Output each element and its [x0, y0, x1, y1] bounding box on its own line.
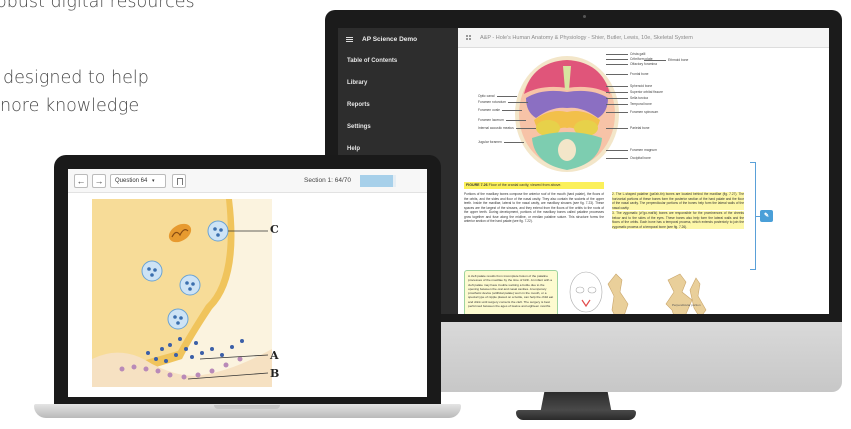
- callout-b: B: [270, 367, 280, 380]
- back-arrow-icon[interactable]: ←: [74, 174, 88, 188]
- book-header: A&P - Hole's Human Anatomy & Physiology …: [458, 28, 829, 48]
- figure-label: Sphenoid bone: [605, 84, 653, 88]
- question-select[interactable]: Question 64 ▾: [110, 174, 166, 188]
- figure-label: Superior orbital fissure: [606, 90, 663, 94]
- sidebar-item-library[interactable]: Library: [338, 72, 458, 94]
- figure-label: Optic canal: [478, 94, 516, 98]
- laptop-screen: ← → Question 64 ▾ Section 1: 64/70 C A B: [68, 169, 427, 397]
- menu-icon[interactable]: [346, 36, 353, 42]
- paragraph-zygomatic: 3. The zygomatic (zi"go-mat'ik) bones ar…: [612, 211, 744, 229]
- laptop-notch: [214, 405, 280, 409]
- sidebar-header: AP Science Demo: [338, 28, 458, 50]
- note-icon[interactable]: ✎: [760, 210, 773, 222]
- figure-caption-text: Floor of the cranial cavity, viewed from…: [488, 183, 562, 187]
- forward-arrow-icon[interactable]: →: [92, 174, 106, 188]
- callout-c: C: [270, 223, 279, 236]
- chevron-down-icon: ▾: [152, 178, 155, 184]
- figure-label: Frontal bone: [606, 72, 649, 76]
- figure-label: Occipital bone: [606, 156, 651, 160]
- paragraph-maxillary: Portions of the maxillary bones compose …: [464, 192, 604, 223]
- document-page: Crista galli Cribriform plate Olfactory …: [458, 48, 829, 314]
- sidebar-item-reports[interactable]: Reports: [338, 94, 458, 116]
- tagline-line-1: obust digital resources: [0, 0, 195, 12]
- sidebar-item-settings[interactable]: Settings: [338, 116, 458, 138]
- webcam: [583, 15, 586, 18]
- skull-floor-illustration: [515, 56, 619, 172]
- apps-grid-icon[interactable]: [466, 34, 472, 41]
- figure-caption-label: FIGURE 7.26: [466, 183, 488, 187]
- tagline-line-2: designed to help: [3, 68, 149, 88]
- figure-label: Ethmoid bone: [643, 58, 689, 62]
- mini-label: Perpendicular portion: [672, 303, 701, 307]
- figure-label: Parietal bone: [605, 126, 650, 130]
- tagline-line-3: nore knowledge: [0, 96, 140, 116]
- laptop: ← → Question 64 ▾ Section 1: 64/70 C A B: [54, 155, 441, 405]
- section-progress-label: Section 1: 64/70: [304, 177, 351, 184]
- synapse-illustration: [92, 199, 272, 387]
- figure-label: Crista galli: [605, 52, 646, 56]
- section-progress-fill: [360, 175, 393, 187]
- book-title: A&P - Hole's Human Anatomy & Physiology …: [480, 34, 693, 41]
- figure-label: Temporal bone: [606, 102, 652, 106]
- sidebar-item-table-of-contents[interactable]: Table of Contents: [338, 50, 458, 72]
- figure-label: Foramen lacerum: [478, 118, 526, 122]
- palatine-bone-sketch-lateral: [665, 273, 707, 314]
- palatine-bone-sketch: [607, 273, 629, 314]
- figure-label: Internal acoustic meatus: [478, 126, 536, 130]
- figure-label: Foramen magnum: [606, 148, 657, 152]
- bookmark-icon[interactable]: [172, 174, 186, 188]
- paragraph-palatine-zygomatic: 2. The L-shaped palatine (pal'ah-tin) bo…: [612, 192, 744, 229]
- app-title: AP Science Demo: [362, 35, 418, 43]
- clinical-callout: A cleft palate results from incomplete f…: [464, 270, 558, 314]
- paragraph-palatine: 2. The L-shaped palatine (pal'ah-tin) bo…: [612, 192, 744, 210]
- question-toolbar: ← → Question 64 ▾ Section 1: 64/70: [68, 169, 427, 193]
- question-select-value: Question 64: [115, 178, 148, 184]
- figure-label: Foramen spinosum: [605, 110, 659, 114]
- callout-a: A: [270, 349, 279, 362]
- figure-label: Foramen ovale: [478, 108, 522, 112]
- figure-label: Foramen rotundum: [478, 100, 529, 104]
- skull-front-sketch: [569, 271, 603, 313]
- section-progress-bar: [360, 175, 396, 187]
- monitor-stand-base: [516, 410, 636, 420]
- palatine-bone-illustrations: [569, 271, 707, 314]
- figure-label: Sella turcica: [606, 96, 648, 100]
- figure-label: Olfactory foramina: [606, 62, 657, 66]
- figure-caption: FIGURE 7.26 Floor of the cranial cavity,…: [464, 182, 604, 189]
- figure-label: Jugular foramen: [478, 140, 524, 144]
